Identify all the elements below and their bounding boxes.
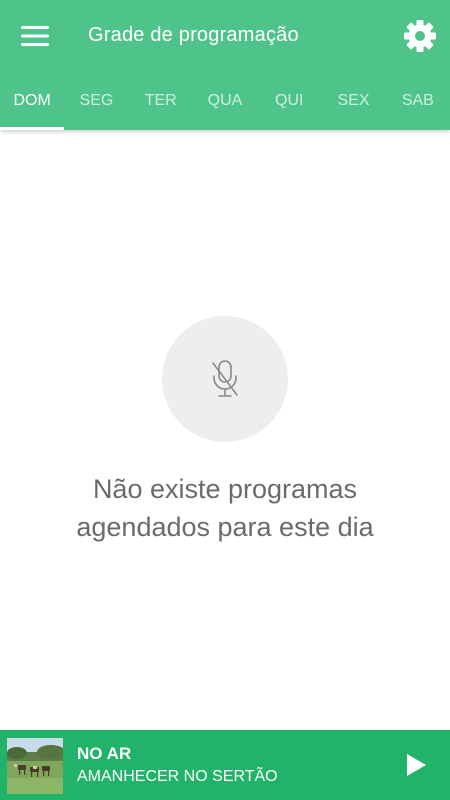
tab-qua[interactable]: QUA bbox=[193, 72, 257, 130]
gear-icon bbox=[404, 20, 436, 52]
microphone-off-icon bbox=[212, 360, 238, 397]
on-air-label: NO AR bbox=[77, 744, 132, 763]
app-header: Grade de programação DOM SEG TER QUA QUI… bbox=[0, 0, 450, 130]
empty-state-message: Não existe programas agendados para este… bbox=[76, 474, 374, 542]
farm-landscape-thumbnail bbox=[7, 738, 63, 794]
tab-ter[interactable]: TER bbox=[129, 72, 193, 130]
tab-sex[interactable]: SEX bbox=[321, 72, 385, 130]
play-icon bbox=[407, 754, 426, 776]
current-show-name: AMANHECER NO SERTÃO bbox=[77, 768, 278, 785]
empty-state: Não existe programas agendados para este… bbox=[0, 316, 450, 546]
tab-qui[interactable]: QUI bbox=[257, 72, 321, 130]
page-title: Grade de programação bbox=[88, 24, 299, 46]
tab-dom[interactable]: DOM bbox=[0, 72, 65, 130]
empty-state-icon-circle bbox=[162, 316, 288, 442]
hamburger-menu-icon bbox=[21, 26, 49, 46]
toolbar: Grade de programação bbox=[0, 0, 450, 72]
tab-seg[interactable]: SEG bbox=[64, 72, 128, 130]
weekday-tabs: DOM SEG TER QUA QUI SEX SAB bbox=[0, 72, 450, 130]
play-button[interactable] bbox=[398, 747, 434, 783]
tab-sab[interactable]: SAB bbox=[386, 72, 450, 130]
now-playing-bar[interactable]: NO AR AMANHECER NO SERTÃO bbox=[0, 730, 450, 800]
menu-button[interactable] bbox=[14, 18, 56, 54]
settings-button[interactable] bbox=[400, 16, 440, 56]
app-screen: Grade de programação DOM SEG TER QUA QUI… bbox=[0, 0, 450, 800]
